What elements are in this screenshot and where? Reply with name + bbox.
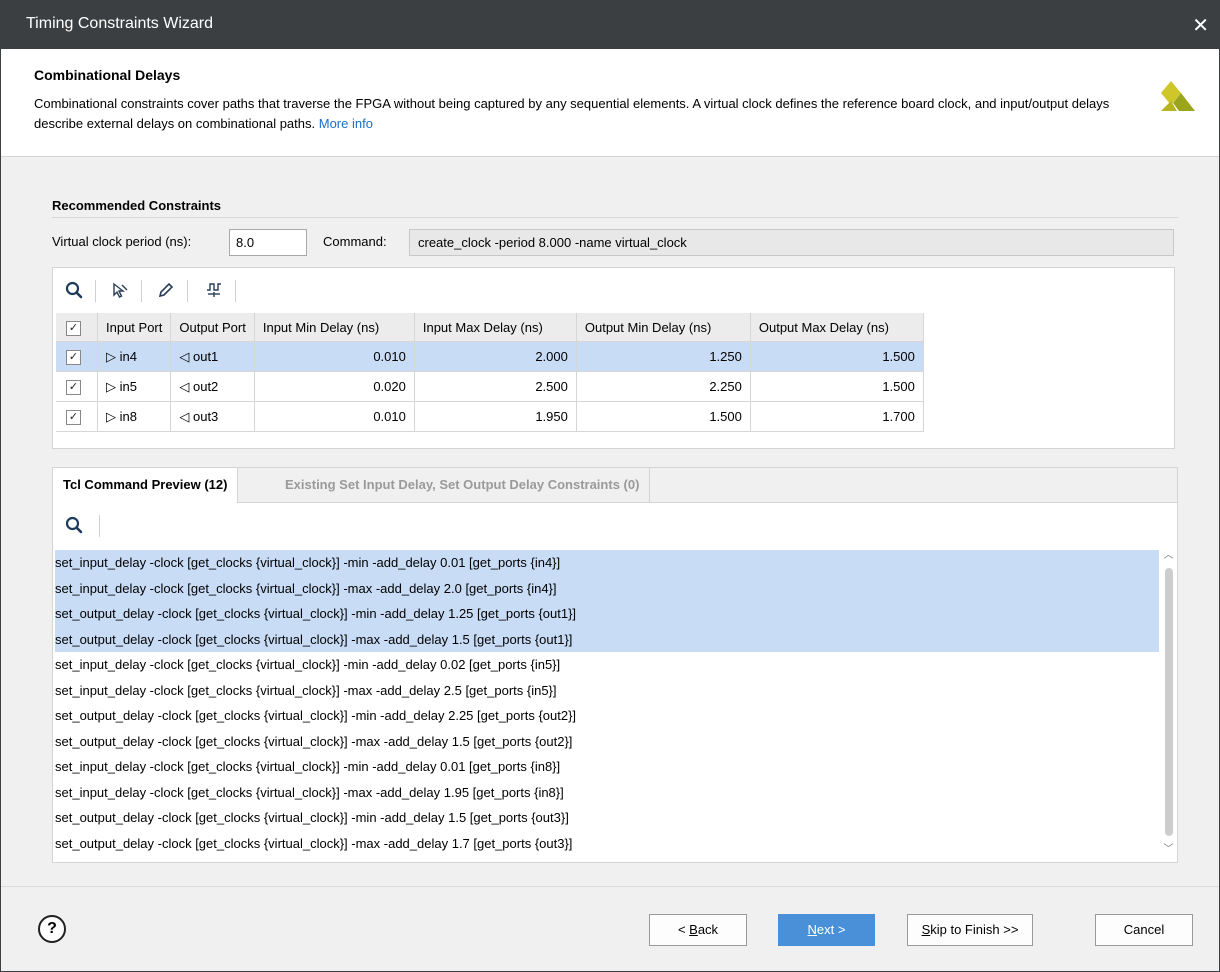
input-port-cell: ▷ in5 — [97, 371, 172, 402]
page-header: Combinational Delays Combinational const… — [1, 49, 1219, 157]
tcl-command-line[interactable]: set_input_delay -clock [get_clocks {virt… — [55, 652, 1159, 678]
input-port-icon: ▷ — [106, 408, 120, 424]
tab-tcl-command-preview[interactable]: Tcl Command Preview (12) — [53, 468, 239, 503]
toolbar-separator — [141, 280, 142, 302]
wizard-window: Timing Constraints Wizard ✕ Combinationa… — [0, 0, 1220, 972]
tab-existing-constraints[interactable]: Existing Set Input Delay, Set Output Del… — [275, 468, 651, 502]
table-row[interactable]: ✓ ▷ in8 ◁ out3 0.010 1.950 1.500 1.700 — [56, 401, 924, 432]
input-port-icon: ▷ — [106, 378, 120, 394]
page-title: Combinational Delays — [34, 67, 181, 83]
output-port-cell: ◁ out1 — [170, 341, 255, 372]
footer-divider — [1, 886, 1219, 887]
table-header-row: ✓ Input Port Output Port Input Min Delay… — [56, 313, 924, 342]
section-divider — [52, 217, 1178, 218]
select-icon[interactable] — [107, 277, 133, 303]
virtual-clock-period-input[interactable] — [229, 229, 307, 256]
skip-to-finish-button[interactable]: Skip to Finish >> — [907, 914, 1033, 946]
output-min-delay-cell[interactable]: 1.250 — [576, 341, 751, 372]
constraints-table: ✓ Input Port Output Port Input Min Delay… — [56, 313, 924, 432]
row-checkbox[interactable]: ✓ — [56, 401, 98, 432]
toolbar-separator — [95, 280, 96, 302]
search-icon[interactable] — [61, 277, 87, 303]
tcl-command-list[interactable]: set_input_delay -clock [get_clocks {virt… — [55, 550, 1159, 855]
back-button[interactable]: < Back — [649, 914, 747, 946]
scroll-up-icon[interactable]: ︿ — [1162, 550, 1175, 562]
section-title: Recommended Constraints — [52, 198, 222, 213]
vivado-logo-icon — [1161, 81, 1195, 111]
vertical-scrollbar[interactable]: ︿ ﹀ — [1162, 550, 1175, 856]
search-icon[interactable] — [61, 512, 87, 538]
virtual-clock-period-label: Virtual clock period (ns): — [52, 234, 192, 249]
edit-icon[interactable] — [153, 277, 179, 303]
input-port-cell: ▷ in4 — [97, 341, 172, 372]
command-field: create_clock -period 8.000 -name virtual… — [409, 229, 1174, 256]
input-max-delay-cell[interactable]: 2.000 — [414, 341, 577, 372]
close-icon[interactable]: ✕ — [1192, 13, 1209, 38]
title-bar: Timing Constraints Wizard ✕ — [1, 1, 1219, 49]
scrollbar-thumb[interactable] — [1165, 568, 1173, 836]
column-header[interactable]: Input Port — [97, 313, 172, 342]
waveform-icon[interactable] — [201, 277, 227, 303]
tcl-command-line[interactable]: set_output_delay -clock [get_clocks {vir… — [55, 729, 1159, 755]
input-max-delay-cell[interactable]: 2.500 — [414, 371, 577, 402]
column-header[interactable]: Output Max Delay (ns) — [750, 313, 924, 342]
tcl-command-line[interactable]: set_input_delay -clock [get_clocks {virt… — [55, 678, 1159, 704]
output-port-icon: ◁ — [179, 408, 193, 424]
tcl-command-line[interactable]: set_output_delay -clock [get_clocks {vir… — [55, 703, 1159, 729]
more-info-link[interactable]: More info — [319, 116, 373, 131]
tcl-command-line[interactable]: set_output_delay -clock [get_clocks {vir… — [55, 805, 1159, 831]
constraints-toolbar — [53, 268, 1174, 312]
tcl-command-line[interactable]: set_output_delay -clock [get_clocks {vir… — [55, 601, 1159, 627]
output-port-cell: ◁ out3 — [170, 401, 255, 432]
cancel-button[interactable]: Cancel — [1095, 914, 1193, 946]
output-max-delay-cell[interactable]: 1.700 — [750, 401, 924, 432]
table-row[interactable]: ✓ ▷ in5 ◁ out2 0.020 2.500 2.250 1.500 — [56, 371, 924, 402]
input-min-delay-cell[interactable]: 0.010 — [254, 341, 415, 372]
tcl-command-line[interactable]: set_input_delay -clock [get_clocks {virt… — [55, 550, 1159, 576]
tcl-command-line[interactable]: set_input_delay -clock [get_clocks {virt… — [55, 754, 1159, 780]
tab-bar: Tcl Command Preview (12) Existing Set In… — [53, 468, 1177, 503]
command-label: Command: — [323, 234, 387, 249]
output-port-cell: ◁ out2 — [170, 371, 255, 402]
column-header[interactable]: Input Min Delay (ns) — [254, 313, 415, 342]
tcl-command-line[interactable]: set_input_delay -clock [get_clocks {virt… — [55, 575, 1159, 601]
input-port-icon: ▷ — [106, 348, 120, 364]
help-button[interactable]: ? — [38, 915, 66, 943]
next-button[interactable]: Next > — [778, 914, 875, 946]
output-max-delay-cell[interactable]: 1.500 — [750, 371, 924, 402]
column-header[interactable]: Input Max Delay (ns) — [414, 313, 577, 342]
window-title: Timing Constraints Wizard — [26, 15, 214, 32]
tcl-command-line[interactable]: set_output_delay -clock [get_clocks {vir… — [55, 626, 1159, 652]
input-min-delay-cell[interactable]: 0.010 — [254, 401, 415, 432]
input-port-cell: ▷ in8 — [97, 401, 172, 432]
output-port-icon: ◁ — [179, 348, 193, 364]
scroll-down-icon[interactable]: ﹀ — [1162, 844, 1175, 856]
output-port-icon: ◁ — [179, 378, 193, 394]
table-row[interactable]: ✓ ▷ in4 ◁ out1 0.010 2.000 1.250 1.500 — [56, 341, 924, 372]
select-all-checkbox[interactable]: ✓ — [56, 313, 98, 342]
toolbar-separator — [187, 280, 188, 302]
output-min-delay-cell[interactable]: 1.500 — [576, 401, 751, 432]
tcl-command-line[interactable]: set_input_delay -clock [get_clocks {virt… — [55, 780, 1159, 806]
row-checkbox[interactable]: ✓ — [56, 371, 98, 402]
preview-toolbar — [53, 503, 1177, 547]
row-checkbox[interactable]: ✓ — [56, 341, 98, 372]
column-header[interactable]: Output Min Delay (ns) — [576, 313, 751, 342]
constraints-panel: ✓ Input Port Output Port Input Min Delay… — [52, 267, 1175, 449]
input-max-delay-cell[interactable]: 1.950 — [414, 401, 577, 432]
toolbar-separator — [235, 280, 236, 302]
column-header[interactable]: Output Port — [170, 313, 255, 342]
page-description: Combinational constraints cover paths th… — [34, 94, 1144, 134]
preview-panel: Tcl Command Preview (12) Existing Set In… — [52, 467, 1178, 863]
output-max-delay-cell[interactable]: 1.500 — [750, 341, 924, 372]
description-text: Combinational constraints cover paths th… — [34, 96, 1110, 131]
toolbar-separator — [99, 515, 100, 537]
output-min-delay-cell[interactable]: 2.250 — [576, 371, 751, 402]
input-min-delay-cell[interactable]: 0.020 — [254, 371, 415, 402]
tcl-command-line[interactable]: set_output_delay -clock [get_clocks {vir… — [55, 831, 1159, 857]
